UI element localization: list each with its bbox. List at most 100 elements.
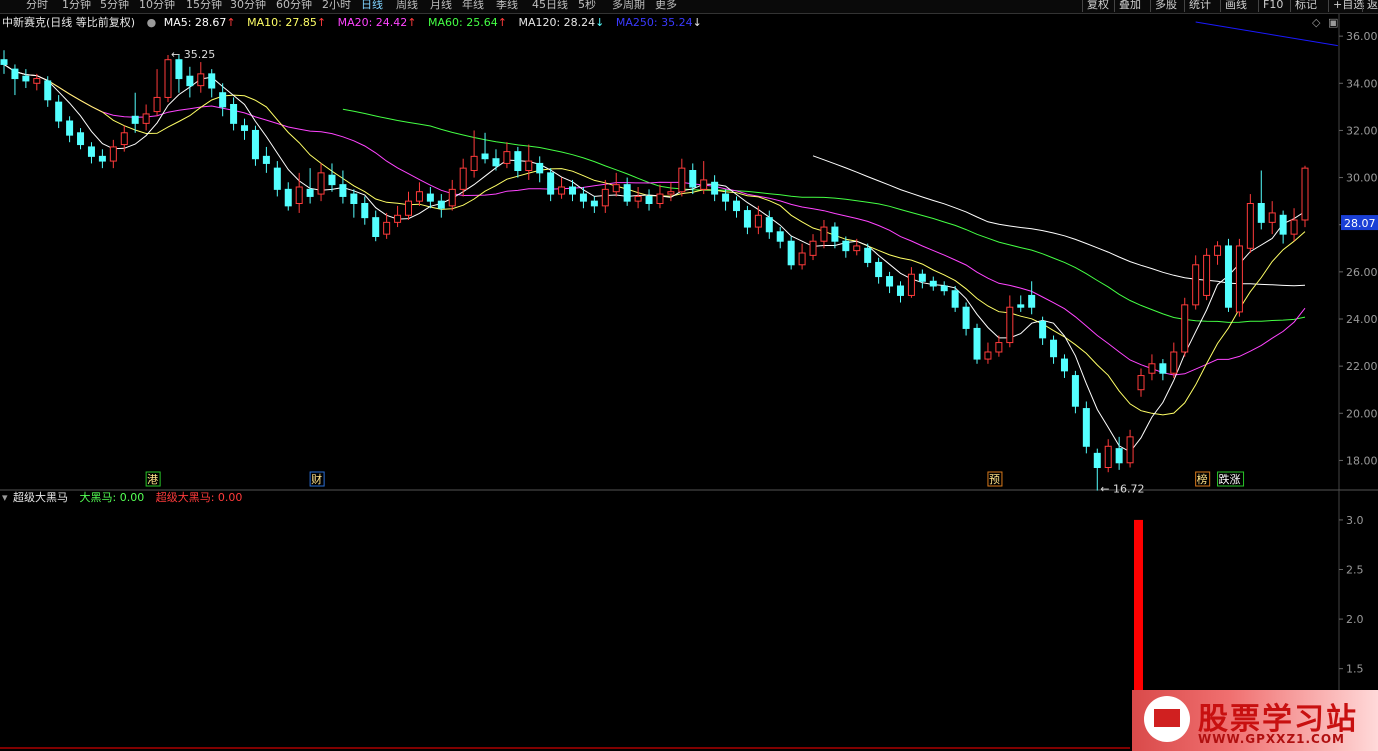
ma5-line bbox=[3, 63, 1306, 453]
candle-body bbox=[492, 158, 500, 167]
period-tab-1[interactable]: 1分钟 bbox=[62, 0, 91, 12]
candle-body bbox=[1126, 436, 1134, 464]
period-tab-10[interactable]: 月线 bbox=[430, 0, 452, 12]
candle-body bbox=[525, 160, 533, 171]
candle-body bbox=[1082, 408, 1090, 447]
candle-body bbox=[700, 179, 708, 190]
candle-body bbox=[1301, 167, 1309, 221]
watermark-url: WWW.GPXXZ1.COM bbox=[1198, 732, 1345, 746]
candle-body bbox=[929, 280, 937, 287]
candle-body bbox=[678, 167, 686, 193]
candle-body bbox=[1257, 203, 1265, 223]
candle-body bbox=[295, 186, 303, 204]
diamond-icon[interactable]: ◇ bbox=[1312, 16, 1321, 29]
candle-body bbox=[656, 193, 664, 204]
period-tab-5[interactable]: 30分钟 bbox=[230, 0, 266, 12]
candle-body bbox=[689, 170, 697, 188]
toolbar-right-2[interactable]: 多股 bbox=[1150, 0, 1177, 12]
period-tab-14[interactable]: 5秒 bbox=[578, 0, 596, 12]
candle-body bbox=[547, 172, 555, 195]
candle-body bbox=[87, 146, 95, 157]
candle-body bbox=[1170, 351, 1178, 374]
period-tab-15[interactable]: 多周期 bbox=[612, 0, 645, 12]
candle-body bbox=[1137, 375, 1145, 391]
watermark: 股票学习站 WWW.GPXXZ1.COM bbox=[1132, 690, 1378, 751]
period-tab-3[interactable]: 10分钟 bbox=[139, 0, 175, 12]
candle-body bbox=[809, 240, 817, 256]
candle-body bbox=[940, 285, 948, 292]
candle-body bbox=[208, 73, 216, 89]
candle-body bbox=[1006, 306, 1014, 344]
candle-body bbox=[820, 226, 828, 242]
candle-body bbox=[1279, 214, 1287, 235]
candle-body bbox=[1246, 203, 1254, 249]
toolbar-right-7[interactable]: +自选 bbox=[1328, 0, 1364, 12]
period-tab-0[interactable]: 分时 bbox=[26, 0, 48, 12]
y-tick-label: 30.00 bbox=[1346, 172, 1378, 185]
period-tab-4[interactable]: 15分钟 bbox=[186, 0, 222, 12]
candle-body bbox=[634, 195, 642, 202]
event-marker-label[interactable]: 榜 bbox=[1197, 472, 1208, 486]
period-tab-8[interactable]: 日线 bbox=[361, 0, 383, 12]
candle-body bbox=[590, 200, 598, 207]
price-chart[interactable]: 36.0034.0032.0030.0028.0026.0024.0022.00… bbox=[0, 14, 1378, 504]
y-tick-label: 36.00 bbox=[1346, 30, 1378, 43]
period-tab-12[interactable]: 季线 bbox=[496, 0, 518, 12]
period-tab-16[interactable]: 更多 bbox=[655, 0, 677, 12]
y-tick-label: 32.00 bbox=[1346, 124, 1378, 137]
ma10-line bbox=[3, 63, 1306, 416]
toolbar-right-4[interactable]: 画线 bbox=[1220, 0, 1247, 12]
candle-body bbox=[1071, 375, 1079, 407]
candle-body bbox=[44, 80, 52, 101]
candle-body bbox=[1159, 363, 1167, 374]
period-tab-13[interactable]: 45日线 bbox=[532, 0, 568, 12]
y-tick-label: 22.00 bbox=[1346, 360, 1378, 373]
high-price-annotation: ← 35.25 bbox=[171, 48, 215, 61]
toolbar-right-0[interactable]: 复权 bbox=[1082, 0, 1109, 12]
candle-body bbox=[251, 129, 259, 160]
event-marker-label[interactable]: 港 bbox=[147, 473, 158, 486]
period-tab-9[interactable]: 周线 bbox=[396, 0, 418, 12]
event-marker-label[interactable]: 财 bbox=[311, 472, 322, 486]
candle-body bbox=[415, 191, 423, 202]
toolbar-right-1[interactable]: 叠加 bbox=[1114, 0, 1141, 12]
candle-body bbox=[481, 153, 489, 160]
candle-body bbox=[1148, 363, 1156, 374]
toolbar-right-8[interactable]: 返 bbox=[1362, 0, 1378, 12]
ma20-line bbox=[3, 63, 1306, 376]
event-marker-label[interactable]: 跌涨 bbox=[1219, 472, 1241, 486]
toolbar-right-6[interactable]: 标记 bbox=[1290, 0, 1317, 12]
candle-body bbox=[1060, 358, 1068, 372]
candle-body bbox=[142, 113, 150, 124]
candle-body bbox=[765, 217, 773, 233]
candle-body bbox=[798, 252, 806, 266]
candle-body bbox=[448, 188, 456, 207]
candle-body bbox=[383, 221, 391, 235]
period-tab-6[interactable]: 60分钟 bbox=[276, 0, 312, 12]
candle-body bbox=[558, 186, 566, 195]
period-toolbar: 分时 1分钟 5分钟 10分钟 15分钟 30分钟 60分钟 2小时 日线 周线 月线 年线 季线 45日… bbox=[0, 0, 1378, 14]
candle-body bbox=[1104, 445, 1112, 468]
candle-body bbox=[241, 125, 249, 131]
toolbar-right-5[interactable]: F10 bbox=[1258, 0, 1283, 12]
candle-body bbox=[743, 210, 751, 228]
book-logo-icon bbox=[1144, 696, 1190, 742]
y-tick-label: 20.00 bbox=[1346, 407, 1378, 420]
candle-body bbox=[11, 68, 19, 80]
candle-body bbox=[1017, 304, 1025, 308]
sub-y-tick-label: 1.5 bbox=[1346, 663, 1364, 676]
candle-body bbox=[722, 193, 730, 202]
period-tab-2[interactable]: 5分钟 bbox=[100, 0, 129, 12]
candle-body bbox=[120, 132, 128, 146]
period-tab-7[interactable]: 2小时 bbox=[322, 0, 351, 12]
toolbar-right-3[interactable]: 统计 bbox=[1184, 0, 1211, 12]
event-marker-label[interactable]: 预 bbox=[989, 473, 1000, 486]
candle-body bbox=[98, 155, 106, 162]
candle-body bbox=[896, 285, 904, 296]
candle-body bbox=[109, 146, 117, 162]
period-tab-11[interactable]: 年线 bbox=[462, 0, 484, 12]
candle-body bbox=[776, 231, 784, 242]
window-icon[interactable]: ▣ bbox=[1328, 16, 1338, 29]
candle-body bbox=[569, 186, 577, 195]
candle-body bbox=[579, 193, 587, 202]
